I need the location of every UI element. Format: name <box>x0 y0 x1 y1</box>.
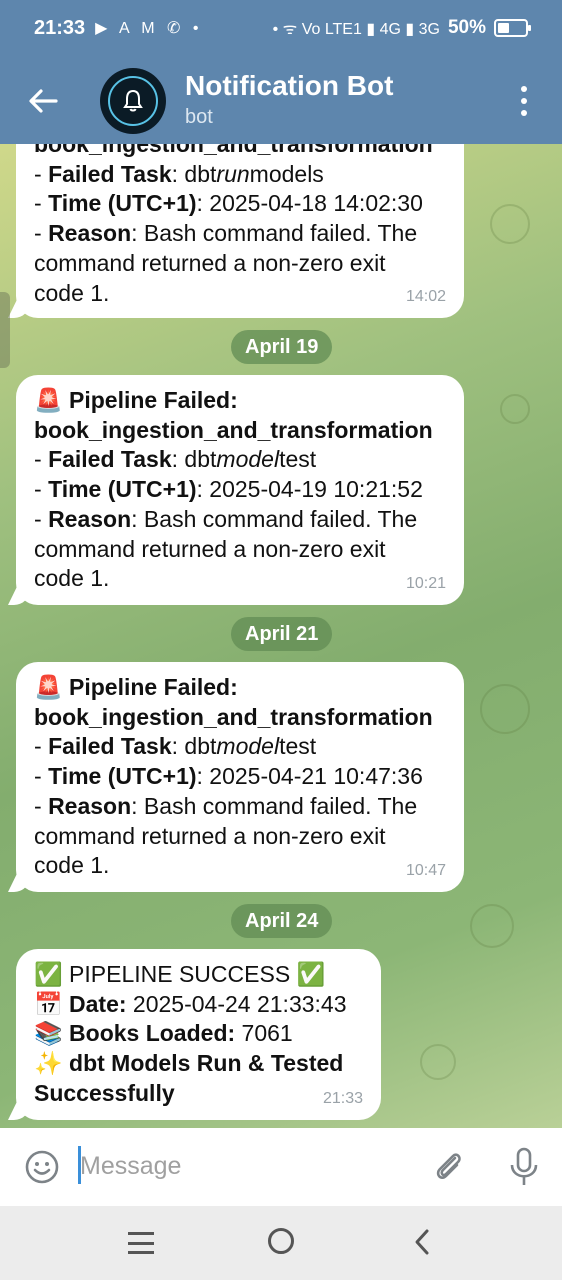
paperclip-icon[interactable] <box>430 1148 468 1186</box>
message-line: - Time (UTC+1): 2025-04-18 14:02:30 <box>34 190 423 217</box>
message-line: code 1. <box>34 565 110 592</box>
background-doodle <box>490 204 530 244</box>
system-nav-bar <box>0 1206 562 1280</box>
message-input[interactable] <box>80 1146 400 1186</box>
more-vertical-icon[interactable] <box>516 86 532 116</box>
message-line: book_ingestion_and_transformation <box>34 144 433 157</box>
message-line: command returned a non-zero exit <box>34 822 386 849</box>
background-doodle <box>500 394 530 424</box>
message-line: code 1. <box>34 852 110 879</box>
background-doodle <box>480 684 530 734</box>
message-line: - Time (UTC+1): 2025-04-21 10:47:36 <box>34 763 423 790</box>
message-line: Successfully <box>34 1079 175 1106</box>
message-line: 🚨 Pipeline Failed: <box>34 387 238 413</box>
bot-avatar[interactable] <box>100 68 166 134</box>
message-bubble[interactable]: 🚨 Pipeline Failed: book_ingestion_and_tr… <box>8 375 464 605</box>
message-line: ✨ dbt Models Run & Tested <box>34 1050 344 1077</box>
check-icon: ✅ <box>296 961 326 987</box>
message-line: 📅 Date: 2025-04-24 21:33:43 <box>34 990 347 1017</box>
message-line: - Failed Task: dbtmodeltest <box>34 733 317 760</box>
message-composer <box>0 1128 562 1206</box>
message-line: command returned a non-zero exit <box>34 535 386 562</box>
chat-subtitle: bot <box>185 106 213 128</box>
chat-title[interactable]: Notification Bot <box>185 70 393 102</box>
message-line: 🚨 Pipeline Failed: <box>34 674 238 700</box>
message-line: 📚 Books Loaded: 7061 <box>34 1020 293 1047</box>
bubble-tail <box>8 874 30 892</box>
check-icon: ✅ <box>34 961 63 987</box>
status-time: 21:33 <box>34 16 86 39</box>
app-bar: 21:33 ▶ A M ✆ • • ᯤ Vo LTE1 ▮ 4G ▮ 3G 50… <box>0 0 562 144</box>
message-line: book_ingestion_and_transformation <box>34 703 433 730</box>
calendar-icon: 📅 <box>34 990 63 1017</box>
message-time: 14:02 <box>405 288 446 306</box>
bell-icon <box>108 76 158 126</box>
microphone-icon[interactable] <box>506 1146 542 1188</box>
message-line: command returned a non-zero exit <box>34 249 386 276</box>
bubble-tail <box>8 300 30 318</box>
books-icon: 📚 <box>34 1020 63 1047</box>
bubble-tail <box>8 587 30 605</box>
message-line: book_ingestion_and_transformation <box>34 416 433 443</box>
smile-icon[interactable] <box>24 1149 60 1185</box>
background-doodle <box>470 904 514 948</box>
message-line: code 1. <box>34 279 110 306</box>
message-line: - Time (UTC+1): 2025-04-19 10:21:52 <box>34 476 423 503</box>
message-line: ✅ PIPELINE SUCCESS ✅ <box>34 961 326 987</box>
message-time: 10:47 <box>405 862 446 880</box>
date-separator: April 21 <box>231 617 333 651</box>
message-line: - Reason: Bash command failed. The <box>34 505 418 532</box>
home-icon[interactable] <box>268 1228 294 1254</box>
message-bubble[interactable]: book_ingestion_and_transformation - Fail… <box>8 144 464 318</box>
battery-icon <box>494 19 531 37</box>
background-doodle <box>420 1044 456 1080</box>
date-separator: April 24 <box>231 904 333 938</box>
status-right: • ᯤ Vo LTE1 ▮ 4G ▮ 3G 50% <box>272 17 531 39</box>
scroll-handle[interactable] <box>0 292 10 368</box>
siren-icon: 🚨 <box>34 387 63 413</box>
message-time: 10:21 <box>405 575 446 593</box>
status-notification-icons: ▶ A M ✆ • <box>95 20 203 37</box>
date-separator: April 19 <box>231 330 333 364</box>
recent-apps-icon[interactable] <box>128 1232 154 1254</box>
message-line: - Reason: Bash command failed. The <box>34 220 418 247</box>
message-line: - Failed Task: dbtmodeltest <box>34 446 317 473</box>
message-line: - Reason: Bash command failed. The <box>34 792 418 819</box>
message-time: 21:33 <box>322 1090 363 1108</box>
network-icons: • ᯤ Vo LTE1 ▮ 4G ▮ 3G <box>272 21 440 38</box>
message-bubble[interactable]: 🚨 Pipeline Failed: book_ingestion_and_tr… <box>8 662 464 892</box>
back-arrow-icon[interactable] <box>26 84 60 118</box>
siren-icon: 🚨 <box>34 674 63 700</box>
status-bar: 21:33 ▶ A M ✆ • • ᯤ Vo LTE1 ▮ 4G ▮ 3G 50… <box>0 0 562 56</box>
message-line: - Failed Task: dbtrunmodels <box>34 160 324 187</box>
back-icon[interactable] <box>410 1228 434 1256</box>
battery-percent: 50% <box>447 17 486 38</box>
bubble-tail <box>8 1102 30 1120</box>
sparkles-icon: ✨ <box>34 1050 63 1077</box>
message-bubble[interactable]: ✅ PIPELINE SUCCESS ✅ 📅 Date: 2025-04-24 … <box>8 949 381 1120</box>
chat-area[interactable]: book_ingestion_and_transformation - Fail… <box>0 144 562 1128</box>
